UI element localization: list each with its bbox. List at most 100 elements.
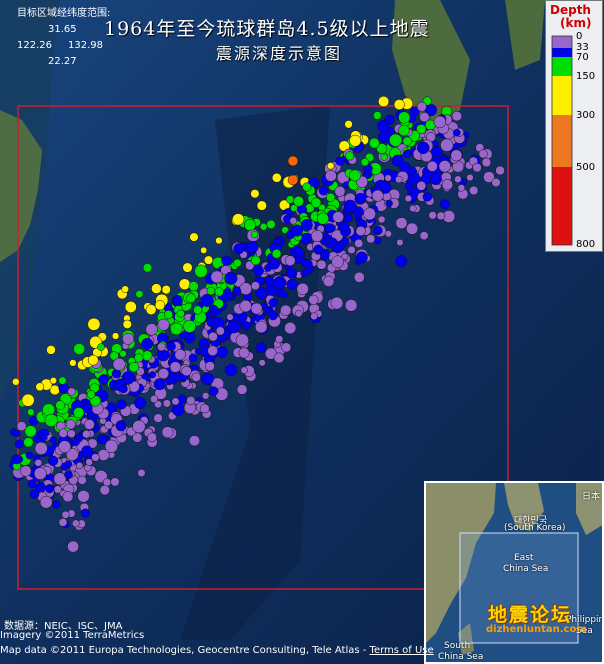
earthquake-marker-icon[interactable]	[33, 467, 47, 480]
earthquake-marker-icon[interactable]	[355, 225, 366, 237]
earthquake-marker-icon[interactable]	[275, 335, 284, 344]
earthquake-marker-icon[interactable]	[12, 378, 20, 386]
earthquake-marker-icon[interactable]	[300, 232, 312, 245]
earthquake-marker-icon[interactable]	[406, 222, 419, 235]
earthquake-marker-icon[interactable]	[416, 101, 427, 112]
earthquake-marker-icon[interactable]	[246, 240, 259, 254]
earthquake-marker-icon[interactable]	[345, 151, 355, 161]
earthquake-marker-icon[interactable]	[171, 403, 185, 417]
earthquake-marker-icon[interactable]	[285, 195, 295, 204]
earthquake-marker-icon[interactable]	[323, 223, 335, 234]
earthquake-marker-icon[interactable]	[24, 425, 37, 438]
earthquake-marker-icon[interactable]	[202, 392, 210, 400]
earthquake-marker-icon[interactable]	[178, 332, 186, 340]
earthquake-marker-icon[interactable]	[25, 451, 34, 460]
earthquake-marker-icon[interactable]	[147, 432, 157, 443]
earthquake-marker-icon[interactable]	[110, 477, 120, 487]
earthquake-marker-icon[interactable]	[384, 114, 395, 126]
earthquake-marker-icon[interactable]	[378, 95, 390, 108]
earthquake-marker-icon[interactable]	[373, 111, 382, 120]
earthquake-marker-icon[interactable]	[402, 150, 411, 159]
earthquake-marker-icon[interactable]	[87, 354, 99, 366]
earthquake-marker-icon[interactable]	[39, 495, 53, 509]
earthquake-marker-icon[interactable]	[308, 294, 319, 305]
earthquake-marker-icon[interactable]	[71, 519, 80, 528]
earthquake-marker-icon[interactable]	[64, 470, 73, 480]
earthquake-marker-icon[interactable]	[389, 133, 403, 147]
earthquake-marker-icon[interactable]	[325, 169, 337, 182]
earthquake-marker-icon[interactable]	[416, 141, 430, 155]
earthquake-marker-icon[interactable]	[316, 259, 327, 270]
earthquake-marker-icon[interactable]	[250, 189, 260, 199]
map-canvas[interactable]: 目标区域经纬度范围: 31.65 122.26 132.98 22.27 196…	[0, 0, 604, 664]
earthquake-marker-icon[interactable]	[200, 372, 214, 386]
earthquake-marker-icon[interactable]	[302, 182, 312, 192]
earthquake-marker-icon[interactable]	[439, 199, 450, 210]
earthquake-marker-icon[interactable]	[296, 282, 309, 296]
earthquake-marker-icon[interactable]	[236, 384, 248, 395]
earthquake-marker-icon[interactable]	[273, 276, 287, 290]
earthquake-marker-icon[interactable]	[191, 372, 201, 382]
earthquake-marker-icon[interactable]	[290, 224, 304, 237]
earthquake-marker-icon[interactable]	[280, 304, 292, 317]
earthquake-marker-icon[interactable]	[208, 331, 218, 342]
earthquake-marker-icon[interactable]	[45, 484, 55, 494]
earthquake-marker-icon[interactable]	[121, 371, 135, 385]
earthquake-marker-icon[interactable]	[384, 174, 392, 182]
earthquake-marker-icon[interactable]	[378, 130, 391, 144]
earthquake-marker-icon[interactable]	[23, 437, 34, 448]
earthquake-marker-icon[interactable]	[280, 291, 289, 299]
earthquake-marker-icon[interactable]	[208, 386, 219, 396]
earthquake-marker-icon[interactable]	[69, 359, 77, 367]
earthquake-marker-icon[interactable]	[153, 413, 163, 423]
earthquake-marker-icon[interactable]	[21, 393, 35, 407]
earthquake-marker-icon[interactable]	[478, 149, 488, 159]
earthquake-marker-icon[interactable]	[142, 263, 153, 273]
earthquake-marker-icon[interactable]	[172, 295, 183, 307]
earthquake-marker-icon[interactable]	[268, 297, 279, 308]
earthquake-marker-icon[interactable]	[354, 238, 364, 248]
overview-inset-map[interactable]: 대한민국 (South Korea) 日本 East China Sea Phi…	[424, 481, 604, 664]
earthquake-marker-icon[interactable]	[239, 282, 253, 296]
earthquake-marker-icon[interactable]	[310, 197, 322, 208]
earthquake-marker-icon[interactable]	[209, 304, 219, 314]
earthquake-marker-icon[interactable]	[436, 211, 446, 221]
earthquake-marker-icon[interactable]	[178, 278, 191, 290]
earthquake-marker-icon[interactable]	[186, 396, 196, 406]
earthquake-marker-icon[interactable]	[363, 207, 376, 221]
earthquake-marker-icon[interactable]	[99, 484, 110, 496]
earthquake-marker-icon[interactable]	[58, 517, 68, 527]
earthquake-marker-icon[interactable]	[287, 174, 299, 186]
earthquake-marker-icon[interactable]	[440, 138, 454, 152]
earthquake-marker-icon[interactable]	[240, 366, 248, 374]
earthquake-marker-icon[interactable]	[481, 157, 492, 168]
earthquake-marker-icon[interactable]	[182, 262, 193, 273]
earthquake-marker-icon[interactable]	[128, 361, 140, 373]
earthquake-marker-icon[interactable]	[80, 508, 90, 518]
earthquake-marker-icon[interactable]	[97, 343, 105, 351]
earthquake-marker-icon[interactable]	[328, 237, 338, 247]
earthquake-marker-icon[interactable]	[451, 110, 463, 122]
earthquake-marker-icon[interactable]	[34, 441, 48, 455]
earthquake-marker-icon[interactable]	[188, 435, 201, 447]
earthquake-marker-icon[interactable]	[405, 182, 413, 191]
earthquake-marker-icon[interactable]	[27, 479, 37, 489]
earthquake-marker-icon[interactable]	[398, 124, 410, 137]
earthquake-marker-icon[interactable]	[121, 285, 129, 293]
earthquake-marker-icon[interactable]	[347, 245, 356, 254]
earthquake-marker-icon[interactable]	[495, 165, 505, 176]
earthquake-marker-icon[interactable]	[385, 199, 393, 208]
earthquake-marker-icon[interactable]	[491, 177, 501, 188]
earthquake-marker-icon[interactable]	[61, 510, 70, 519]
earthquake-marker-icon[interactable]	[14, 439, 24, 449]
earthquake-marker-icon[interactable]	[214, 287, 224, 297]
earthquake-marker-icon[interactable]	[73, 343, 86, 355]
earthquake-marker-icon[interactable]	[72, 438, 80, 446]
earthquake-marker-icon[interactable]	[344, 120, 353, 129]
earthquake-marker-icon[interactable]	[472, 162, 482, 173]
earthquake-marker-icon[interactable]	[162, 399, 171, 408]
earthquake-marker-icon[interactable]	[264, 264, 272, 272]
earthquake-marker-icon[interactable]	[154, 299, 166, 311]
earthquake-marker-icon[interactable]	[438, 160, 451, 173]
earthquake-marker-icon[interactable]	[134, 353, 144, 363]
